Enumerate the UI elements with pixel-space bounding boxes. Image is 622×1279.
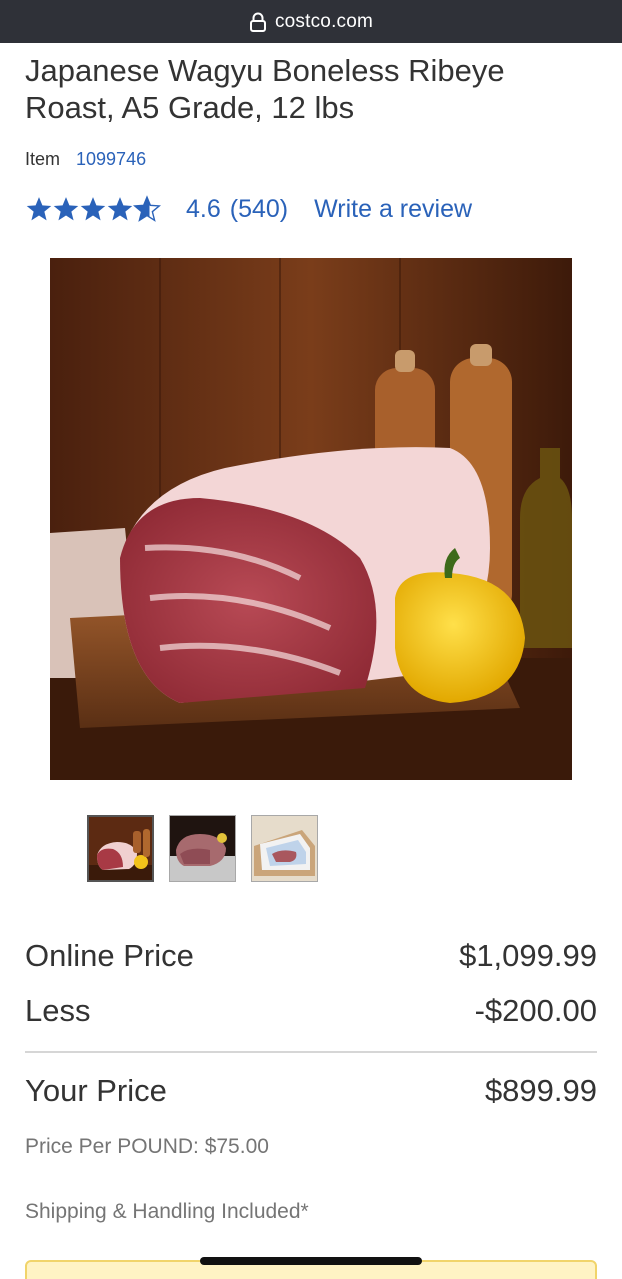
home-indicator[interactable]	[200, 1257, 422, 1265]
product-title: Japanese Wagyu Boneless Ribeye Roast, A5…	[25, 53, 505, 125]
product-main-image[interactable]	[50, 258, 572, 780]
price-per-pound: Price Per POUND: $75.00	[25, 1135, 269, 1158]
url-domain: costco.com	[274, 10, 374, 32]
rating-row: 4.6 (540) Write a review	[25, 193, 472, 225]
star-icon	[107, 197, 133, 221]
thumbnail-1[interactable]	[87, 815, 154, 882]
online-price-value: $1,099.99	[459, 938, 597, 973]
discount-label: Less	[25, 993, 91, 1028]
your-price-value: $899.99	[484, 1073, 597, 1108]
your-price-row: Your Price $899.99	[25, 1073, 597, 1109]
half-star-icon	[133, 195, 161, 222]
your-price-label: Your Price	[25, 1073, 167, 1108]
thumbnail-strip	[87, 815, 318, 882]
url-bar[interactable]: costco.com	[0, 0, 622, 43]
thumbnail-2[interactable]	[169, 815, 236, 882]
star-icon	[26, 197, 52, 221]
star-icon	[80, 197, 106, 221]
online-price-row: Online Price $1,099.99	[25, 938, 597, 974]
thumbnail-sliced-image	[170, 816, 235, 881]
star-icon	[53, 197, 79, 221]
shipping-note: Shipping & Handling Included*	[25, 1200, 309, 1223]
item-number-row: Item 1099746	[25, 149, 146, 170]
item-number: 1099746	[76, 149, 147, 169]
lock-icon	[249, 12, 266, 32]
discount-row: Less -$200.00	[25, 993, 597, 1029]
price-divider	[25, 1051, 597, 1053]
rating-score[interactable]: 4.6	[186, 195, 221, 224]
online-price-label: Online Price	[25, 938, 194, 973]
thumbnail-3[interactable]	[251, 815, 318, 882]
discount-value: -$200.00	[474, 993, 597, 1028]
thumbnail-roast-image	[89, 817, 152, 880]
wagyu-roast-image	[50, 258, 572, 780]
rating-count[interactable]: (540)	[230, 195, 288, 224]
thumbnail-box-image	[252, 816, 317, 881]
write-review-link[interactable]: Write a review	[314, 195, 472, 224]
star-rating[interactable]	[25, 195, 161, 223]
item-label: Item	[25, 149, 61, 169]
